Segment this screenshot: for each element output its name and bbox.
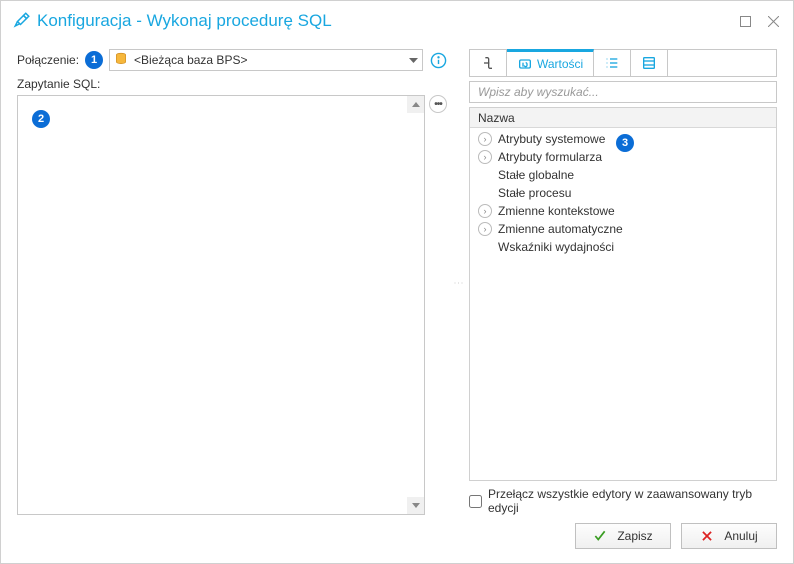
tree-item-label: Zmienne automatyczne — [498, 222, 623, 236]
callout-badge-3: 3 — [616, 134, 634, 152]
tree-item[interactable]: Wskaźniki wydajności — [470, 238, 776, 256]
maximize-button[interactable] — [737, 13, 753, 29]
expand-icon[interactable]: › — [478, 132, 492, 146]
search-input[interactable] — [476, 84, 770, 100]
advanced-mode-row: Przełącz wszystkie edytory w zaawansowan… — [469, 487, 777, 515]
left-column: Połączenie: 1 <Bieżąca baza BPS> — [17, 49, 447, 515]
cancel-button[interactable]: Anuluj — [681, 523, 777, 549]
tools-icon — [13, 11, 31, 32]
close-button[interactable] — [765, 13, 781, 29]
tree-body: › Atrybuty systemowe › Atrybuty formularza… — [470, 128, 776, 480]
cancel-button-label: Anuluj — [724, 529, 757, 543]
tab-strip: Wartości — [469, 49, 777, 77]
tree-item-label: Atrybuty formularza — [498, 150, 602, 164]
expand-spacer — [478, 168, 492, 182]
config-window: Konfiguracja - Wykonaj procedurę SQL Poł… — [0, 0, 794, 564]
tree-item-label: Stałe globalne — [498, 168, 574, 182]
expand-spacer — [478, 240, 492, 254]
save-button-label: Zapisz — [617, 529, 652, 543]
info-icon[interactable] — [429, 51, 447, 69]
scroll-up-button[interactable] — [407, 96, 424, 113]
database-icon — [114, 52, 128, 69]
callout-badge-1: 1 — [85, 51, 103, 69]
tree-item[interactable]: Stałe globalne — [470, 166, 776, 184]
title-bar: Konfiguracja - Wykonaj procedurę SQL — [1, 1, 793, 41]
save-button[interactable]: Zapisz — [575, 523, 671, 549]
dialog-footer: Zapisz Anuluj — [1, 519, 793, 563]
cancel-icon — [700, 529, 714, 543]
expand-icon[interactable]: › — [478, 222, 492, 236]
tab-values-label: Wartości — [537, 57, 583, 71]
connection-row: Połączenie: 1 <Bieżąca baza BPS> — [17, 49, 447, 71]
callout-badge-2: 2 — [32, 110, 50, 128]
chevron-down-icon — [409, 53, 418, 67]
connection-value: <Bieżąca baza BPS> — [134, 53, 403, 67]
tree-item-label: Wskaźniki wydajności — [498, 240, 614, 254]
connection-combo[interactable]: <Bieżąca baza BPS> — [109, 49, 423, 71]
sql-editor[interactable]: 2 — [17, 95, 425, 515]
expand-icon[interactable]: › — [478, 150, 492, 164]
tab-functions[interactable] — [470, 50, 507, 76]
tree-item[interactable]: Stałe procesu — [470, 184, 776, 202]
search-input-wrap — [469, 81, 777, 103]
tab-list[interactable] — [594, 50, 631, 76]
content-area: Połączenie: 1 <Bieżąca baza BPS> — [1, 41, 793, 519]
expand-icon[interactable]: › — [478, 204, 492, 218]
check-icon — [593, 529, 607, 543]
expand-spacer — [478, 186, 492, 200]
tree-item-label: Zmienne kontekstowe — [498, 204, 615, 218]
tree-panel: Nazwa › Atrybuty systemowe › Atrybuty form… — [469, 107, 777, 481]
scroll-down-button[interactable] — [407, 497, 424, 514]
advanced-mode-label: Przełącz wszystkie edytory w zaawansowan… — [488, 487, 777, 515]
window-title: Konfiguracja - Wykonaj procedurę SQL — [37, 11, 332, 31]
tree-header[interactable]: Nazwa — [470, 108, 776, 128]
more-options-button[interactable]: ••• — [429, 95, 447, 113]
tree-item-label: Stałe procesu — [498, 186, 571, 200]
tab-values[interactable]: Wartości — [507, 49, 594, 76]
sql-label: Zapytanie SQL: — [17, 77, 447, 91]
tree-item[interactable]: › Zmienne kontekstowe — [470, 202, 776, 220]
right-column: Wartości Nazwa › Atrybuty systemowe › Atry… — [469, 49, 777, 515]
tree-item-label: Atrybuty systemowe — [498, 132, 605, 146]
tab-form[interactable] — [631, 50, 668, 76]
connection-label: Połączenie: — [17, 53, 79, 67]
splitter-handle[interactable]: ⋮ — [455, 49, 461, 515]
sql-editor-wrap: 2 ••• — [17, 95, 447, 515]
tree-item[interactable]: › Zmienne automatyczne — [470, 220, 776, 238]
advanced-mode-checkbox[interactable] — [469, 495, 482, 508]
